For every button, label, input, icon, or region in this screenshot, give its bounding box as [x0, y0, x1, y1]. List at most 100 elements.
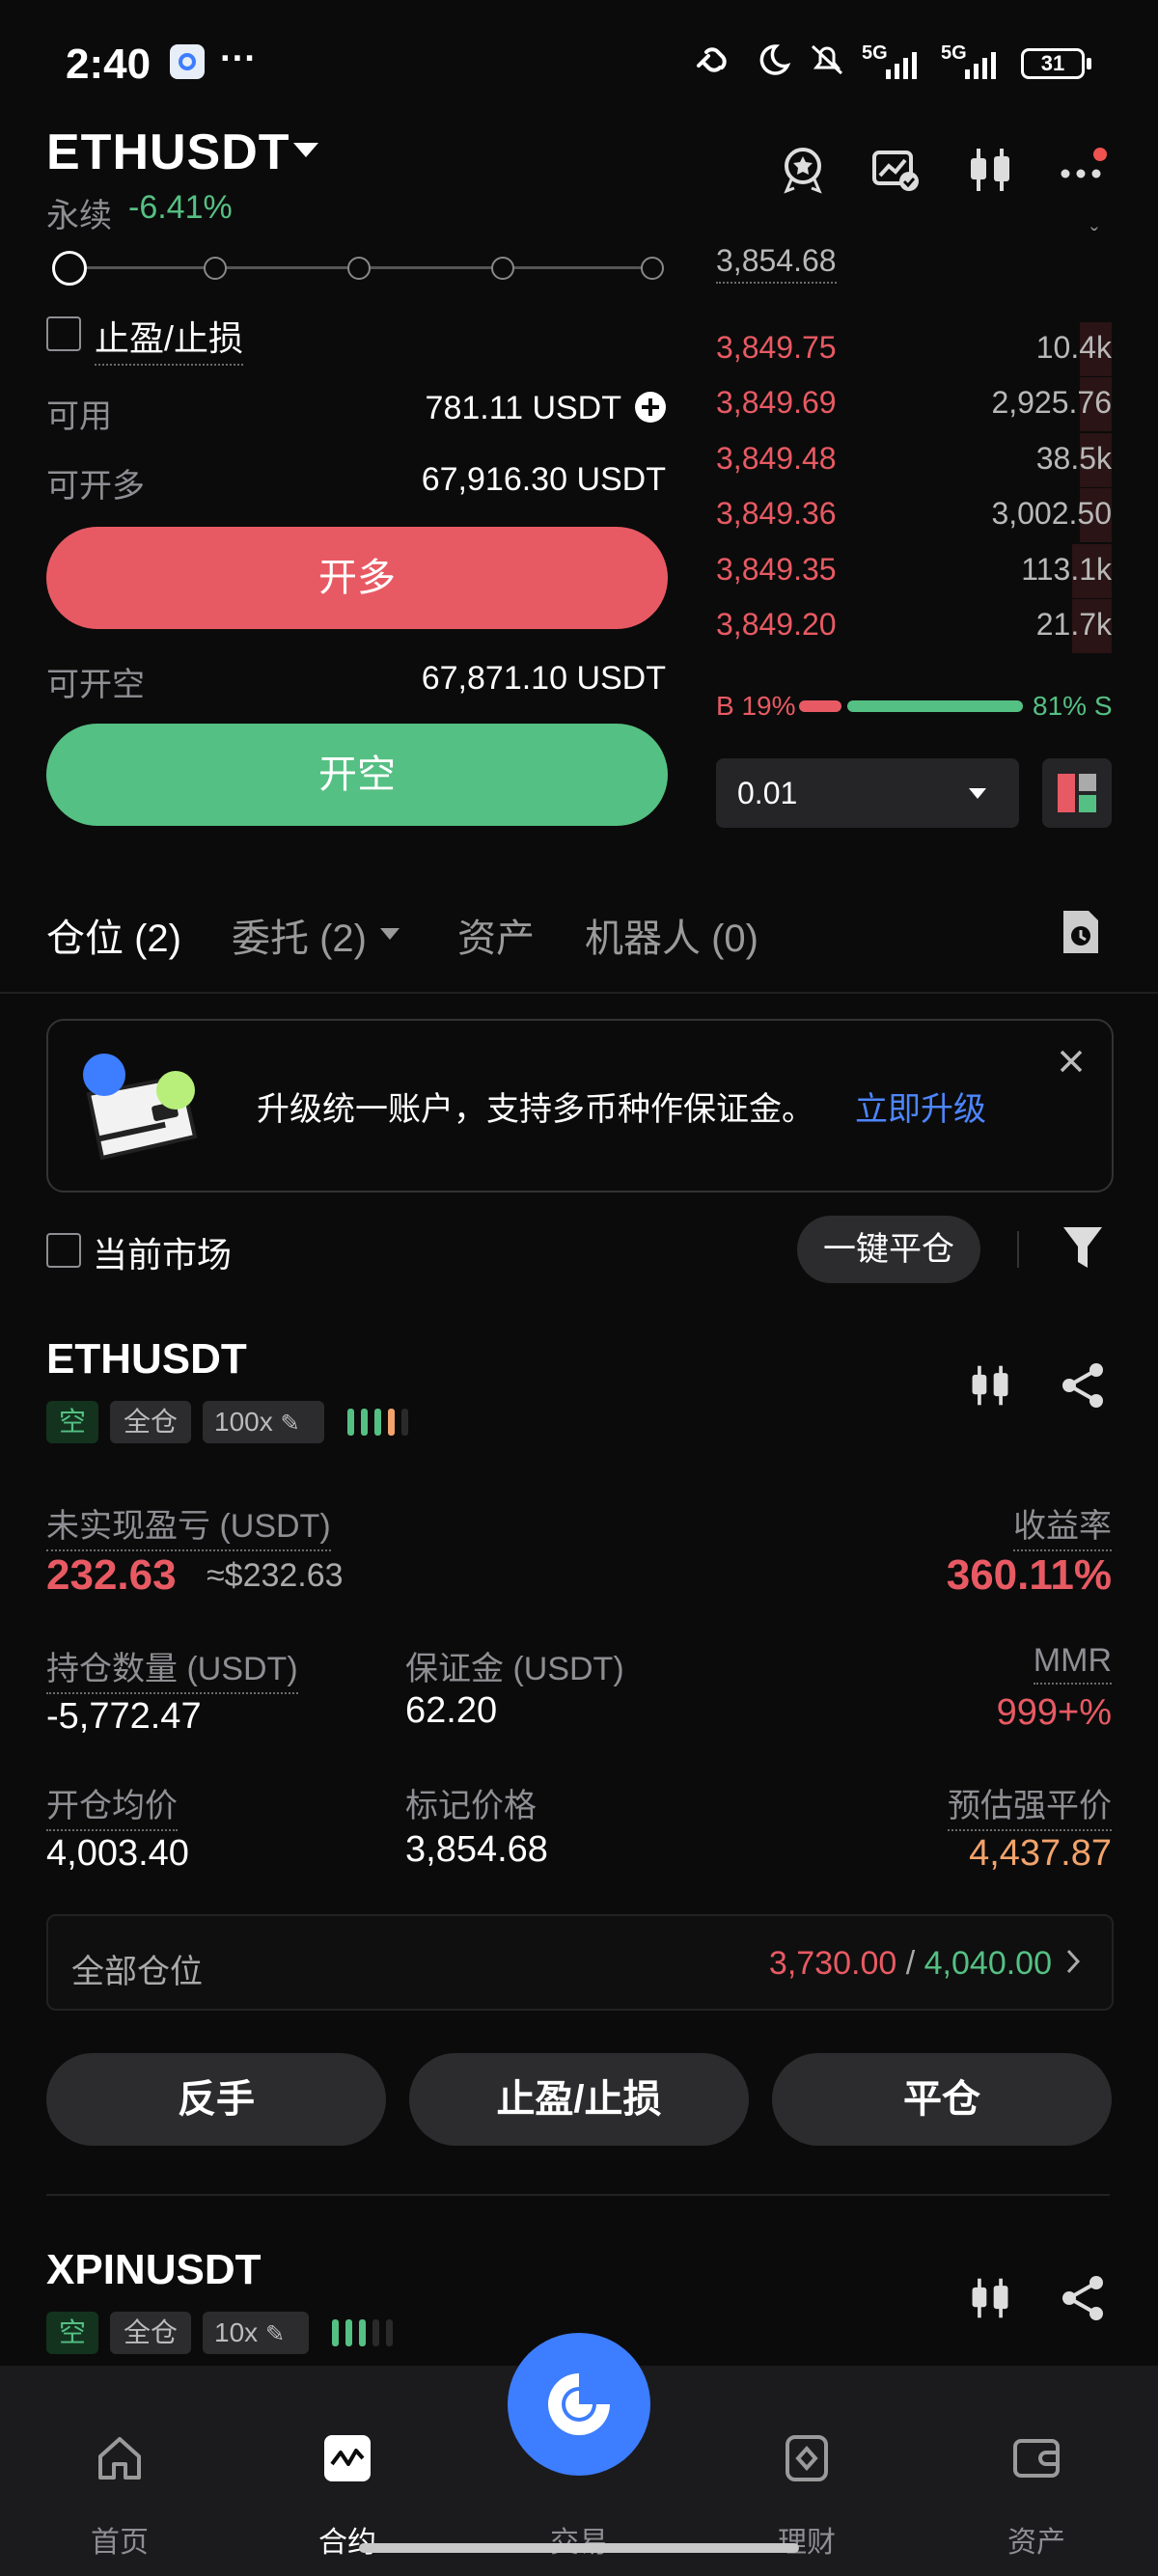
nav-trade-label: 交易 [511, 2518, 647, 2561]
orderbook-ask-row[interactable]: 3,849.36 3,002.50 [716, 488, 1112, 543]
chevron-right-icon [1066, 1949, 1081, 1974]
nav-earn-label: 理财 [778, 2527, 836, 2559]
precision-value: 0.01 [737, 776, 798, 810]
price-change: -6.41% [128, 189, 233, 226]
entry-price-value: 4,003.40 [46, 1833, 189, 1874]
network-5g-1: 5G [862, 42, 888, 64]
roe-label[interactable]: 收益率 [1013, 1499, 1112, 1551]
badge-award-icon[interactable] [778, 145, 828, 195]
position-size-label[interactable]: 持仓数量 (USDT) [46, 1642, 298, 1694]
mute-icon [811, 44, 843, 75]
leverage-badge[interactable]: 100x ✎ [203, 1401, 324, 1443]
slider-step[interactable] [347, 257, 371, 280]
candlestick-icon[interactable] [965, 145, 1015, 195]
open-long-button[interactable]: 开多 [46, 527, 668, 629]
orderbook-ask-row[interactable]: 3,849.35 113.1k [716, 543, 1112, 598]
upgrade-link[interactable]: 立即升级 [855, 1082, 986, 1130]
tab-assets[interactable]: 资产 [457, 907, 535, 963]
trade-fab[interactable] [508, 2333, 650, 2476]
share-icon[interactable] [1060, 1360, 1106, 1411]
liq-price-label[interactable]: 预估强平价 [948, 1779, 1112, 1831]
battery-level: 31 [1040, 51, 1065, 75]
close-icon[interactable] [1058, 1048, 1085, 1075]
orderbook-ask-row[interactable]: 3,849.48 38.5k [716, 432, 1112, 487]
position-symbol[interactable]: ETHUSDT [46, 1335, 247, 1384]
nav-assets-label: 资产 [1007, 2527, 1065, 2559]
symbol-title[interactable]: ETHUSDT [46, 123, 290, 181]
precision-select[interactable]: 0.01 [716, 758, 1019, 828]
position-symbol-2[interactable]: XPINUSDT [46, 2246, 261, 2294]
position-divider [46, 2194, 1110, 2196]
wallet-illustration-icon [83, 1054, 198, 1161]
orders-dropdown-icon[interactable] [380, 928, 400, 940]
orderbook-layout-button[interactable] [1042, 758, 1112, 828]
unrealized-pnl-usd: ≈$232.63 [207, 1557, 344, 1594]
available-label: 可用 [46, 398, 112, 435]
upgrade-banner[interactable]: 升级统一账户，支持多币种作保证金。 立即升级 [46, 1019, 1114, 1192]
current-market-checkbox[interactable] [46, 1233, 81, 1268]
earn-icon [786, 2435, 828, 2481]
status-bar: 2:40 ··· 5G 5G 31 [0, 0, 1158, 125]
mark-price-label: 标记价格 [405, 1788, 537, 1824]
slider-handle[interactable] [52, 251, 87, 286]
candlestick-icon[interactable] [967, 1360, 1013, 1411]
symbol-dropdown-caret[interactable] [293, 143, 318, 157]
tab-positions[interactable]: 仓位 (2) [46, 907, 181, 963]
slider-step[interactable] [204, 257, 227, 280]
leverage-value: 100x [214, 1407, 273, 1437]
home-icon [98, 2437, 141, 2480]
close-position-button[interactable]: 平仓 [772, 2053, 1112, 2146]
filter-icon[interactable] [1060, 1223, 1106, 1272]
roe-value: 360.11% [946, 1551, 1112, 1599]
current-market-label[interactable]: 当前市场 [93, 1227, 232, 1277]
close-all-button[interactable]: 一键平仓 [797, 1216, 980, 1283]
status-time: 2:40 [66, 41, 152, 88]
margin-mode-badge-2: 全仓 [110, 2312, 191, 2354]
layout-icon [1058, 774, 1096, 812]
edit-icon: ✎ [280, 1411, 300, 1437]
side-badge: 空 [46, 1401, 98, 1443]
available-value: 781.11 USDT [425, 390, 621, 426]
more-menu-icon[interactable] [1058, 145, 1108, 195]
orderbook-ask-row[interactable]: 3,849.69 2,925.76 [716, 377, 1112, 432]
tabs-divider [0, 992, 1158, 994]
entry-price-label[interactable]: 开仓均价 [46, 1779, 178, 1831]
home-indicator [359, 2543, 799, 2553]
tab-bots[interactable]: 机器人 (0) [585, 907, 758, 963]
ask-price: 3,849.20 [716, 607, 837, 642]
chart-check-icon[interactable] [870, 145, 921, 195]
all-positions-label: 全部仓位 [71, 1954, 203, 1990]
share-icon[interactable] [1060, 2273, 1106, 2323]
brand-logo-icon [548, 2373, 610, 2435]
tpsl-summary-row[interactable]: 全部仓位 3,730.00 / 4,040.00 [46, 1914, 1114, 2011]
tpsl-label[interactable]: 止盈/止损 [95, 311, 244, 366]
tpsl-button[interactable]: 止盈/止损 [409, 2053, 749, 2146]
slider-step[interactable] [491, 257, 514, 280]
wallet-icon [1013, 2439, 1060, 2478]
history-document-icon[interactable] [1058, 907, 1104, 957]
signal-icon-2 [965, 52, 996, 79]
nav-futures-label: 合约 [318, 2527, 376, 2559]
mmr-label[interactable]: MMR [1033, 1642, 1112, 1685]
ask-quantity: 3,002.50 [991, 496, 1112, 532]
slider-step[interactable] [641, 257, 664, 280]
add-funds-icon[interactable] [635, 392, 666, 423]
leverage-badge-2[interactable]: 10x ✎ [203, 2312, 309, 2354]
candlestick-icon[interactable] [967, 2273, 1013, 2323]
mmr-value: 999+% [996, 1692, 1112, 1733]
orderbook-ask-row[interactable]: 3,849.75 10.4k [716, 322, 1112, 376]
open-short-button[interactable]: 开空 [46, 724, 668, 826]
ask-quantity: 21.7k [1035, 607, 1112, 642]
unrealized-pnl-label[interactable]: 未实现盈亏 (USDT) [46, 1499, 331, 1551]
tpsl-checkbox[interactable] [46, 316, 81, 351]
ask-price: 3,849.36 [716, 496, 837, 532]
reverse-button[interactable]: 反手 [46, 2053, 386, 2146]
buy-ratio-bar [799, 700, 841, 712]
orderbook-top-price: 3,854.68 [716, 243, 837, 284]
max-long-value: 67,916.30 USDT [421, 461, 666, 498]
app-notification-icon [170, 44, 205, 79]
tab-orders[interactable]: 委托 (2) [232, 907, 367, 963]
max-long-label: 可开多 [46, 468, 145, 505]
futures-chart-icon [324, 2435, 371, 2481]
orderbook-ask-row[interactable]: 3,849.20 21.7k [716, 599, 1112, 653]
